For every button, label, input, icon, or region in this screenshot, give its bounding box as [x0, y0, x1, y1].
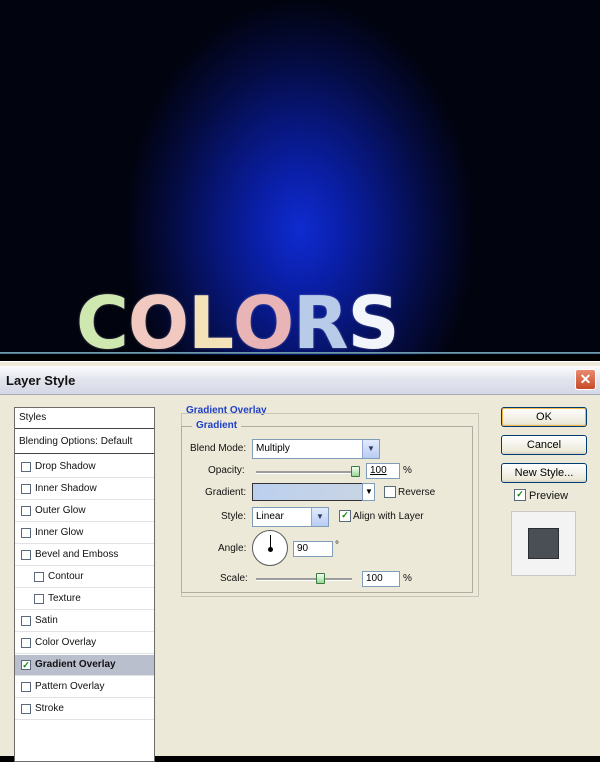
scale-field[interactable]: 100 [362, 571, 400, 587]
close-icon[interactable]: ✕ [575, 369, 596, 390]
scale-label: Scale: [220, 573, 248, 584]
layer-style-dialog: Layer Style ✕ Styles Blending Options: D… [0, 361, 600, 762]
style-item-checkbox[interactable] [34, 594, 44, 604]
style-item-label: Gradient Overlay [35, 659, 116, 670]
style-item-checkbox[interactable] [21, 506, 31, 516]
colors-letter: R [293, 281, 348, 355]
style-item-outer-glow[interactable]: Outer Glow [15, 501, 154, 522]
style-item-label: Satin [35, 615, 58, 626]
dialog-titlebar[interactable]: Layer Style ✕ [0, 366, 600, 395]
style-item-label: Outer Glow [35, 505, 86, 516]
style-item-label: Inner Glow [35, 527, 84, 538]
style-item-label: Drop Shadow [35, 461, 96, 472]
colors-letter: L [188, 281, 234, 355]
style-item-pattern-overlay[interactable]: Pattern Overlay [15, 677, 154, 698]
style-item-label: Bevel and Emboss [35, 549, 119, 560]
scale-slider-thumb[interactable] [316, 573, 325, 584]
style-item-label: Pattern Overlay [35, 681, 105, 692]
style-item-inner-glow[interactable]: Inner Glow [15, 523, 154, 544]
colors-letter: C [76, 281, 129, 355]
reverse-checkbox[interactable] [384, 486, 396, 498]
style-item-label: Stroke [35, 703, 64, 714]
chevron-down-icon: ▼ [365, 487, 373, 496]
new-style-button[interactable]: New Style... [501, 463, 587, 483]
preview-label: Preview [529, 490, 569, 502]
gradient-style-select[interactable]: Linear ▼ [252, 507, 329, 527]
style-preview [511, 511, 576, 576]
colors-text-art: COLORS [76, 278, 400, 355]
style-item-checkbox[interactable]: ✓ [21, 660, 31, 670]
style-item-drop-shadow[interactable]: Drop Shadow [15, 457, 154, 478]
blending-options-item[interactable]: Blending Options: Default [15, 432, 154, 454]
style-item-checkbox[interactable] [21, 528, 31, 538]
style-item-label: Inner Shadow [35, 483, 97, 494]
opacity-label: Opacity: [208, 465, 245, 476]
align-with-layer-label: Align with Layer [353, 511, 424, 522]
style-item-satin[interactable]: Satin [15, 611, 154, 632]
style-item-checkbox[interactable] [34, 572, 44, 582]
style-item-stroke[interactable]: Stroke [15, 699, 154, 720]
angle-dial[interactable] [252, 530, 288, 566]
style-item-color-overlay[interactable]: Color Overlay [15, 633, 154, 654]
colors-letter: S [347, 281, 400, 355]
style-item-label: Color Overlay [35, 637, 97, 648]
style-item-label: Contour [48, 571, 84, 582]
style-item-checkbox[interactable] [21, 462, 31, 472]
gradient-swatch[interactable] [252, 483, 364, 501]
angle-unit: ° [335, 540, 339, 551]
dialog-title: Layer Style [6, 373, 76, 388]
style-item-label: Texture [48, 593, 81, 604]
style-item-bevel-and-emboss[interactable]: Bevel and Emboss [15, 545, 154, 566]
style-item-checkbox[interactable] [21, 704, 31, 714]
gradient-label: Gradient: [205, 487, 247, 498]
style-item-texture[interactable]: Texture [15, 589, 154, 610]
style-item-inner-shadow[interactable]: Inner Shadow [15, 479, 154, 500]
preview-checkbox[interactable]: ✓ [514, 489, 526, 501]
style-item-checkbox[interactable] [21, 484, 31, 494]
canvas-edge-line [0, 352, 600, 354]
styles-header[interactable]: Styles [15, 408, 154, 429]
angle-dial-center [268, 547, 273, 552]
blend-mode-select[interactable]: Multiply ▼ [252, 439, 380, 459]
scale-unit: % [403, 573, 412, 584]
scale-slider-track[interactable] [256, 578, 352, 581]
chevron-down-icon: ▼ [311, 508, 328, 526]
style-item-contour[interactable]: Contour [15, 567, 154, 588]
style-item-checkbox[interactable] [21, 682, 31, 692]
style-item-checkbox[interactable] [21, 550, 31, 560]
style-preview-sample [528, 528, 559, 559]
opacity-slider-thumb[interactable] [351, 466, 360, 477]
ok-button[interactable]: OK [501, 407, 587, 427]
chevron-down-icon: ▼ [362, 440, 379, 458]
cancel-button[interactable]: Cancel [501, 435, 587, 455]
align-with-layer-checkbox[interactable]: ✓ [339, 510, 351, 522]
colors-letter: O [127, 281, 189, 355]
styles-list: Styles Blending Options: Default Drop Sh… [14, 407, 155, 762]
blend-mode-label: Blend Mode: [190, 443, 247, 454]
opacity-field[interactable]: 100 [366, 463, 400, 479]
style-item-gradient-overlay[interactable]: ✓ Gradient Overlay [15, 655, 154, 676]
gradient-picker-button[interactable]: ▼ [362, 483, 375, 501]
style-item-checkbox[interactable] [21, 638, 31, 648]
style-label: Style: [221, 511, 247, 522]
angle-field[interactable]: 90 [293, 541, 333, 557]
opacity-slider-track[interactable] [256, 471, 356, 474]
opacity-unit: % [403, 465, 412, 476]
group-title-gradient: Gradient [192, 420, 242, 431]
angle-label: Angle: [218, 543, 247, 554]
canvas-artwork: COLORS [0, 0, 600, 355]
colors-letter: O [232, 281, 294, 355]
reverse-label: Reverse [398, 487, 436, 498]
style-item-checkbox[interactable] [21, 616, 31, 626]
